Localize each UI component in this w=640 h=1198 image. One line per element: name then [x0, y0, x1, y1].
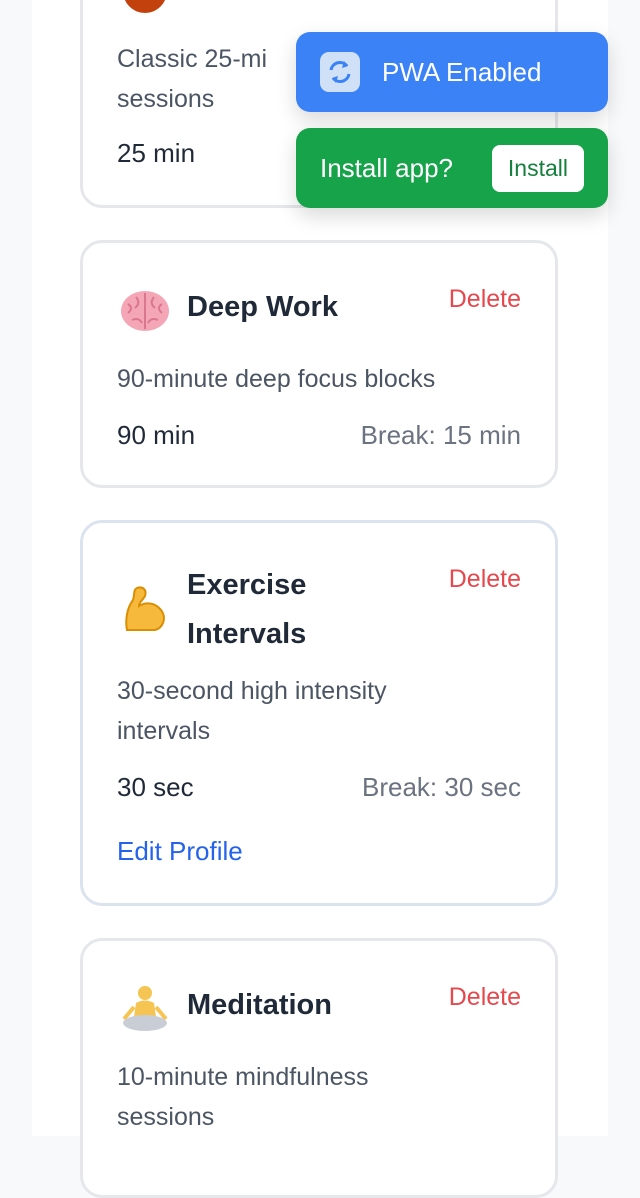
- pwa-enabled-toast: PWA Enabled: [296, 32, 608, 112]
- flexed-biceps-icon: [117, 581, 173, 637]
- edit-profile-link[interactable]: Edit Profile: [117, 833, 243, 869]
- duration-text: 30 sec: [117, 772, 194, 802]
- description-line-2: sessions: [117, 1103, 215, 1131]
- break-text: Break: 15 min: [360, 420, 521, 450]
- delete-button[interactable]: Delete: [449, 983, 521, 1012]
- profile-description: 90-minute deep focus blocks: [117, 365, 436, 393]
- description-line-1: Classic 25-mi: [117, 45, 268, 73]
- profile-card-exercise-intervals[interactable]: Exercise Intervals Delete 30-second high…: [80, 520, 558, 906]
- duration-text: 90 min: [117, 420, 196, 450]
- title-line-1: Exercise: [187, 569, 307, 601]
- profile-title: Meditation: [187, 989, 332, 1021]
- install-app-toast: Install app? Install: [296, 128, 608, 208]
- install-button[interactable]: Install: [491, 144, 584, 192]
- profile-card-deep-work[interactable]: Deep Work Delete 90-minute deep focus bl…: [80, 240, 558, 488]
- description-line-2: intervals: [117, 717, 211, 745]
- description-line-1: 10-minute mindfulness: [117, 1063, 369, 1091]
- install-toast-text: Install app?: [320, 152, 453, 183]
- profile-title: Deep Work: [187, 291, 338, 323]
- description-line-2: sessions: [117, 85, 215, 113]
- profile-description: 30-second high intensity intervals: [117, 671, 521, 751]
- description-line-1: 30-second high intensity: [117, 677, 387, 705]
- delete-button[interactable]: Delete: [449, 565, 521, 594]
- tomato-icon: [123, 0, 167, 13]
- meditation-icon: [117, 981, 173, 1037]
- delete-button[interactable]: Delete: [449, 285, 521, 314]
- pwa-toast-text: PWA Enabled: [382, 56, 542, 87]
- profile-card-meditation[interactable]: Meditation Delete 10-minute mindfulness …: [80, 938, 558, 1198]
- title-line-2: Intervals: [187, 618, 307, 650]
- brain-icon: [117, 283, 173, 339]
- refresh-icon: [320, 52, 360, 92]
- break-text: Break: 30 sec: [362, 772, 521, 802]
- profile-description: 10-minute mindfulness sessions: [117, 1057, 521, 1137]
- profile-description: Classic 25-mi sessions: [117, 39, 297, 119]
- duration-text: 25 min: [117, 138, 196, 168]
- profile-title: Exercise Intervals: [187, 561, 306, 659]
